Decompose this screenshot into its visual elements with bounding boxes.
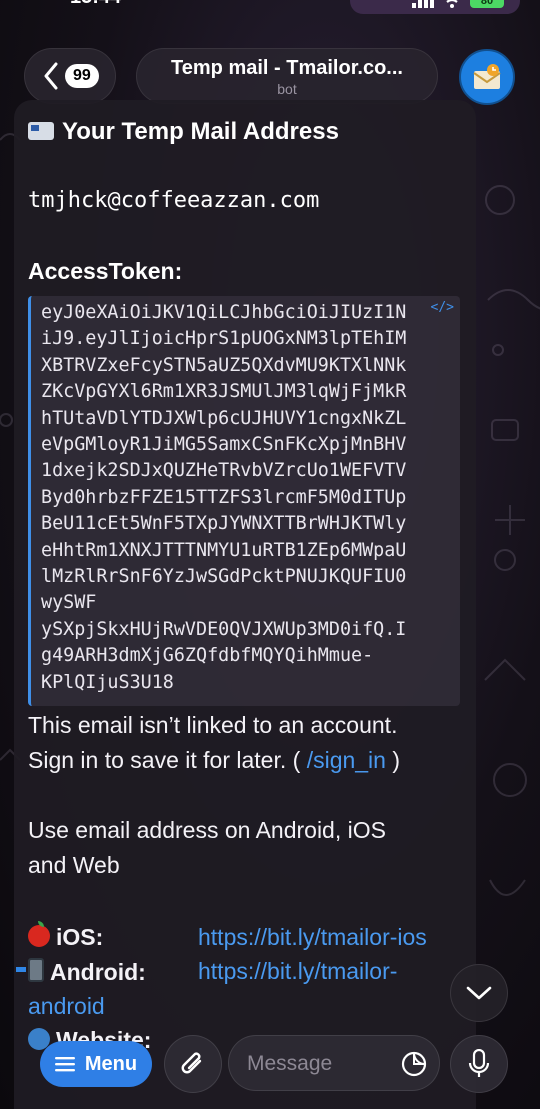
platforms-text: Use email address on Android, iOS — [28, 817, 386, 843]
scroll-to-bottom-button[interactable] — [450, 964, 508, 1022]
bot-avatar[interactable] — [459, 49, 515, 105]
android-label: Android: — [50, 959, 146, 985]
menu-lines-icon — [54, 1057, 75, 1072]
status-bar: 15:44 80 — [0, 0, 540, 16]
sign-in-suffix: ) — [385, 747, 401, 773]
battery-indicator: 80 — [470, 0, 504, 8]
android-link-cont[interactable]: android — [28, 993, 105, 1019]
message-heading: Your Temp Mail Address — [62, 118, 339, 145]
mail-logo-icon — [473, 64, 501, 89]
chat-header: 99 Temp mail - Tmailor.co... bot — [0, 46, 540, 108]
message-input[interactable] — [245, 1050, 399, 1078]
token-line: eVpGMloyR1JiMG5SamxCSnFKcXpjMnBHV — [41, 434, 407, 456]
chat-subtitle: bot — [277, 81, 297, 97]
access-token-text: eyJ0eXAiOiJKV1QiLCJhbGciOiJIUzI1N iJ9.ey… — [41, 300, 454, 696]
status-time: 15:44 — [70, 0, 121, 9]
signal-icon — [412, 0, 434, 8]
paperclip-icon — [181, 1052, 202, 1074]
chevron-down-icon — [466, 986, 492, 1000]
platforms-text-cont: and Web — [28, 852, 120, 878]
android-link[interactable]: https://bit.ly/tmailor- — [198, 958, 397, 985]
message-field[interactable] — [228, 1035, 440, 1091]
token-line: BeU11cEt5WnF5TXpJYWNXTTBrWHJKTWly — [41, 513, 407, 535]
token-line: 1dxejk2SDJxQUZHeTRvbVZrcUo1WEFVTV — [41, 460, 407, 482]
token-line: Byd0hrbzFFZE15TTZFS3lrcmF5M0dITUp — [41, 486, 407, 508]
code-icon: </> — [430, 300, 454, 315]
bot-message-bubble: Your Temp Mail Address tmjhck@coffeeazza… — [14, 100, 476, 1109]
menu-button[interactable]: Menu — [40, 1041, 152, 1087]
ios-label: iOS: — [56, 924, 104, 950]
microphone-icon — [468, 1049, 490, 1077]
token-line: ySXpjSkxHUjRwVDE0QVJXWUp3MD0ifQ.I — [41, 618, 407, 640]
sign-in-row: Sign in to save it for later. ( /sign_in… — [28, 747, 400, 774]
ios-link[interactable]: https://bit.ly/tmailor-ios — [198, 924, 427, 951]
ios-row: iOS: https://bit.ly/tmailor-ios — [28, 921, 427, 951]
message-heading-row: Your Temp Mail Address — [28, 118, 339, 146]
token-line: ZKcVpGYXl6Rm1XR3JSMUlJM3lqWjFjMkR — [41, 381, 407, 403]
token-line: XBTRVZxeFcySTN5aUZ5QXdvMU9KTXlNNk — [41, 354, 407, 376]
attach-button[interactable] — [164, 1035, 222, 1093]
token-line: iJ9.eyJlIjoicHprS1pUOGxNM3lpTEhIM — [41, 328, 407, 350]
token-line: KPlQIjuS3U18 — [41, 671, 174, 693]
mobile-phone-icon — [16, 958, 44, 982]
apple-fruit-icon — [28, 921, 50, 947]
access-token-code-block[interactable]: </> eyJ0eXAiOiJKV1QiLCJhbGciOiJIUzI1N iJ… — [28, 296, 460, 706]
status-indicators: 80 — [350, 0, 520, 14]
token-line: g49ARH3dmXjG6ZQfdbfMQYQihMmue- — [41, 645, 374, 667]
android-link-cont-row: android — [28, 993, 105, 1020]
sign-in-prefix: Sign in to save it for later. ( — [28, 747, 307, 773]
temp-email-address[interactable]: tmjhck@coffeeazzan.com — [28, 188, 319, 213]
token-line: eHhtRm1XNXJTTTNMYU1uRTB1ZEp6MWpaU — [41, 539, 407, 561]
token-line: lMzRlRrSnF6YzJwSGdPcktPNUJKQUFIU0 — [41, 566, 407, 588]
android-row: Android: https://bit.ly/tmailor- — [16, 958, 397, 986]
wifi-icon — [446, 0, 458, 8]
chat-title: Temp mail - Tmailor.co... — [171, 57, 403, 79]
voice-record-button[interactable] — [450, 1035, 508, 1093]
token-line: hTUtaVDlYTDJXWlp6cUJHUVY1cngxNkZL — [41, 407, 407, 429]
unread-count-badge: 99 — [65, 64, 99, 88]
chevron-left-icon — [44, 62, 58, 90]
sticker-icon[interactable] — [401, 1051, 427, 1077]
chat-title-area[interactable]: Temp mail - Tmailor.co... bot — [136, 48, 438, 104]
envelope-icon — [28, 122, 54, 140]
access-token-label: AccessToken: — [28, 258, 183, 284]
menu-label: Menu — [84, 1052, 138, 1075]
token-line: eyJ0eXAiOiJKV1QiLCJhbGciOiJIUzI1N — [41, 302, 407, 323]
back-button[interactable]: 99 — [24, 48, 116, 104]
token-line: wySWF — [41, 592, 97, 614]
not-linked-text: This email isn’t linked to an account. — [28, 712, 398, 738]
sign-in-link[interactable]: /sign_in — [307, 747, 386, 773]
